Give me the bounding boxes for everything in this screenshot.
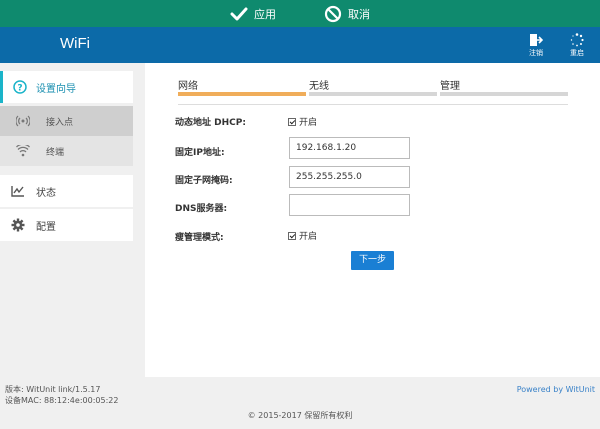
thin-mode-check-label: 开启 [299, 232, 318, 242]
action-bar: 应用 取消 [0, 0, 600, 27]
help-circle-icon: ? [3, 80, 36, 94]
next-button[interactable]: 下一步 [351, 251, 394, 270]
logout-icon [530, 34, 543, 46]
restart-label: 重启 [570, 49, 584, 57]
cancel-label: 取消 [348, 7, 370, 21]
tab-indicator [309, 92, 437, 96]
static-ip-label: 固定IP地址: [175, 148, 225, 158]
footer: 版本: WitUnit link/1.5.17 设备MAC: 88:12:4e:… [0, 377, 600, 429]
thin-mode-label: 瘦管理模式: [175, 233, 224, 243]
tab-indicator [440, 92, 568, 96]
sidebar-item-label: 接入点 [46, 117, 74, 128]
static-ip-input[interactable]: 192.168.1.20 [289, 137, 410, 159]
wifi-icon [0, 145, 46, 157]
sidebar-item-label: 终端 [46, 147, 65, 158]
apply-label: 应用 [254, 7, 276, 21]
main-panel: 网络 无线 管理 动态地址 DHCP: 开启 固定IP地址: 192.168.1… [145, 63, 600, 377]
sidebar-item-setup-wizard[interactable]: ? 设置向导 [0, 71, 133, 103]
powered-by-link[interactable]: Powered by WitUnit [517, 385, 595, 394]
version-info: 版本: WitUnit link/1.5.17 设备MAC: 88:12:4e:… [5, 384, 118, 406]
header: WiFi 注销 重启 [0, 27, 600, 63]
dhcp-checkbox[interactable]: 开启 [288, 115, 317, 128]
dhcp-label: 动态地址 DHCP: [175, 118, 246, 128]
sidebar-item-access-point[interactable]: 接入点 [0, 106, 133, 136]
tab-wireless[interactable]: 无线 [309, 77, 437, 96]
divider [178, 104, 568, 105]
tab-label: 网络 [178, 81, 198, 92]
restart-button[interactable]: 重启 [562, 33, 592, 58]
checkbox-checked-icon [288, 231, 296, 240]
gear-icon [0, 218, 36, 232]
subnet-mask-input[interactable]: 255.255.255.0 [289, 166, 410, 188]
sidebar-item-label: 设置向导 [36, 83, 76, 95]
tab-network[interactable]: 网络 [178, 77, 306, 96]
app-title: WiFi [60, 35, 90, 52]
dns-input[interactable] [289, 194, 410, 216]
sidebar-item-terminal[interactable]: 终端 [0, 136, 133, 166]
sidebar-item-label: 配置 [36, 221, 56, 233]
logout-label: 注销 [529, 49, 543, 57]
cancel-button[interactable]: 取消 [324, 5, 370, 23]
mac-text: 设备MAC: 88:12:4e:00:05:22 [5, 396, 119, 405]
thin-mode-checkbox[interactable]: 开启 [288, 229, 317, 242]
line-chart-icon [0, 185, 36, 197]
version-text: 版本: WitUnit link/1.5.17 [5, 385, 101, 394]
apply-button[interactable]: 应用 [230, 6, 276, 22]
sidebar-item-label: 状态 [36, 187, 56, 199]
restart-icon [570, 33, 584, 47]
sidebar-item-config[interactable]: 配置 [0, 209, 133, 241]
tab-indicator [178, 92, 306, 96]
sidebar-item-status[interactable]: 状态 [0, 175, 133, 207]
dns-label: DNS服务器: [175, 204, 228, 214]
dhcp-check-label: 开启 [299, 118, 318, 128]
cancel-icon [324, 5, 342, 22]
wifi-signal-icon [0, 115, 46, 127]
svg-text:?: ? [17, 84, 22, 94]
checkbox-checked-icon [288, 117, 296, 126]
sidebar: ? 设置向导 接入点 终端 状态 配置 [0, 63, 145, 377]
tab-label: 无线 [309, 81, 329, 92]
subnet-mask-label: 固定子网掩码: [175, 176, 233, 186]
tab-label: 管理 [440, 81, 460, 92]
copyright: © 2015-2017 保留所有权利 [247, 411, 353, 420]
tab-management[interactable]: 管理 [440, 77, 568, 96]
logout-button[interactable]: 注销 [521, 33, 551, 58]
checkmark-icon [230, 7, 248, 20]
